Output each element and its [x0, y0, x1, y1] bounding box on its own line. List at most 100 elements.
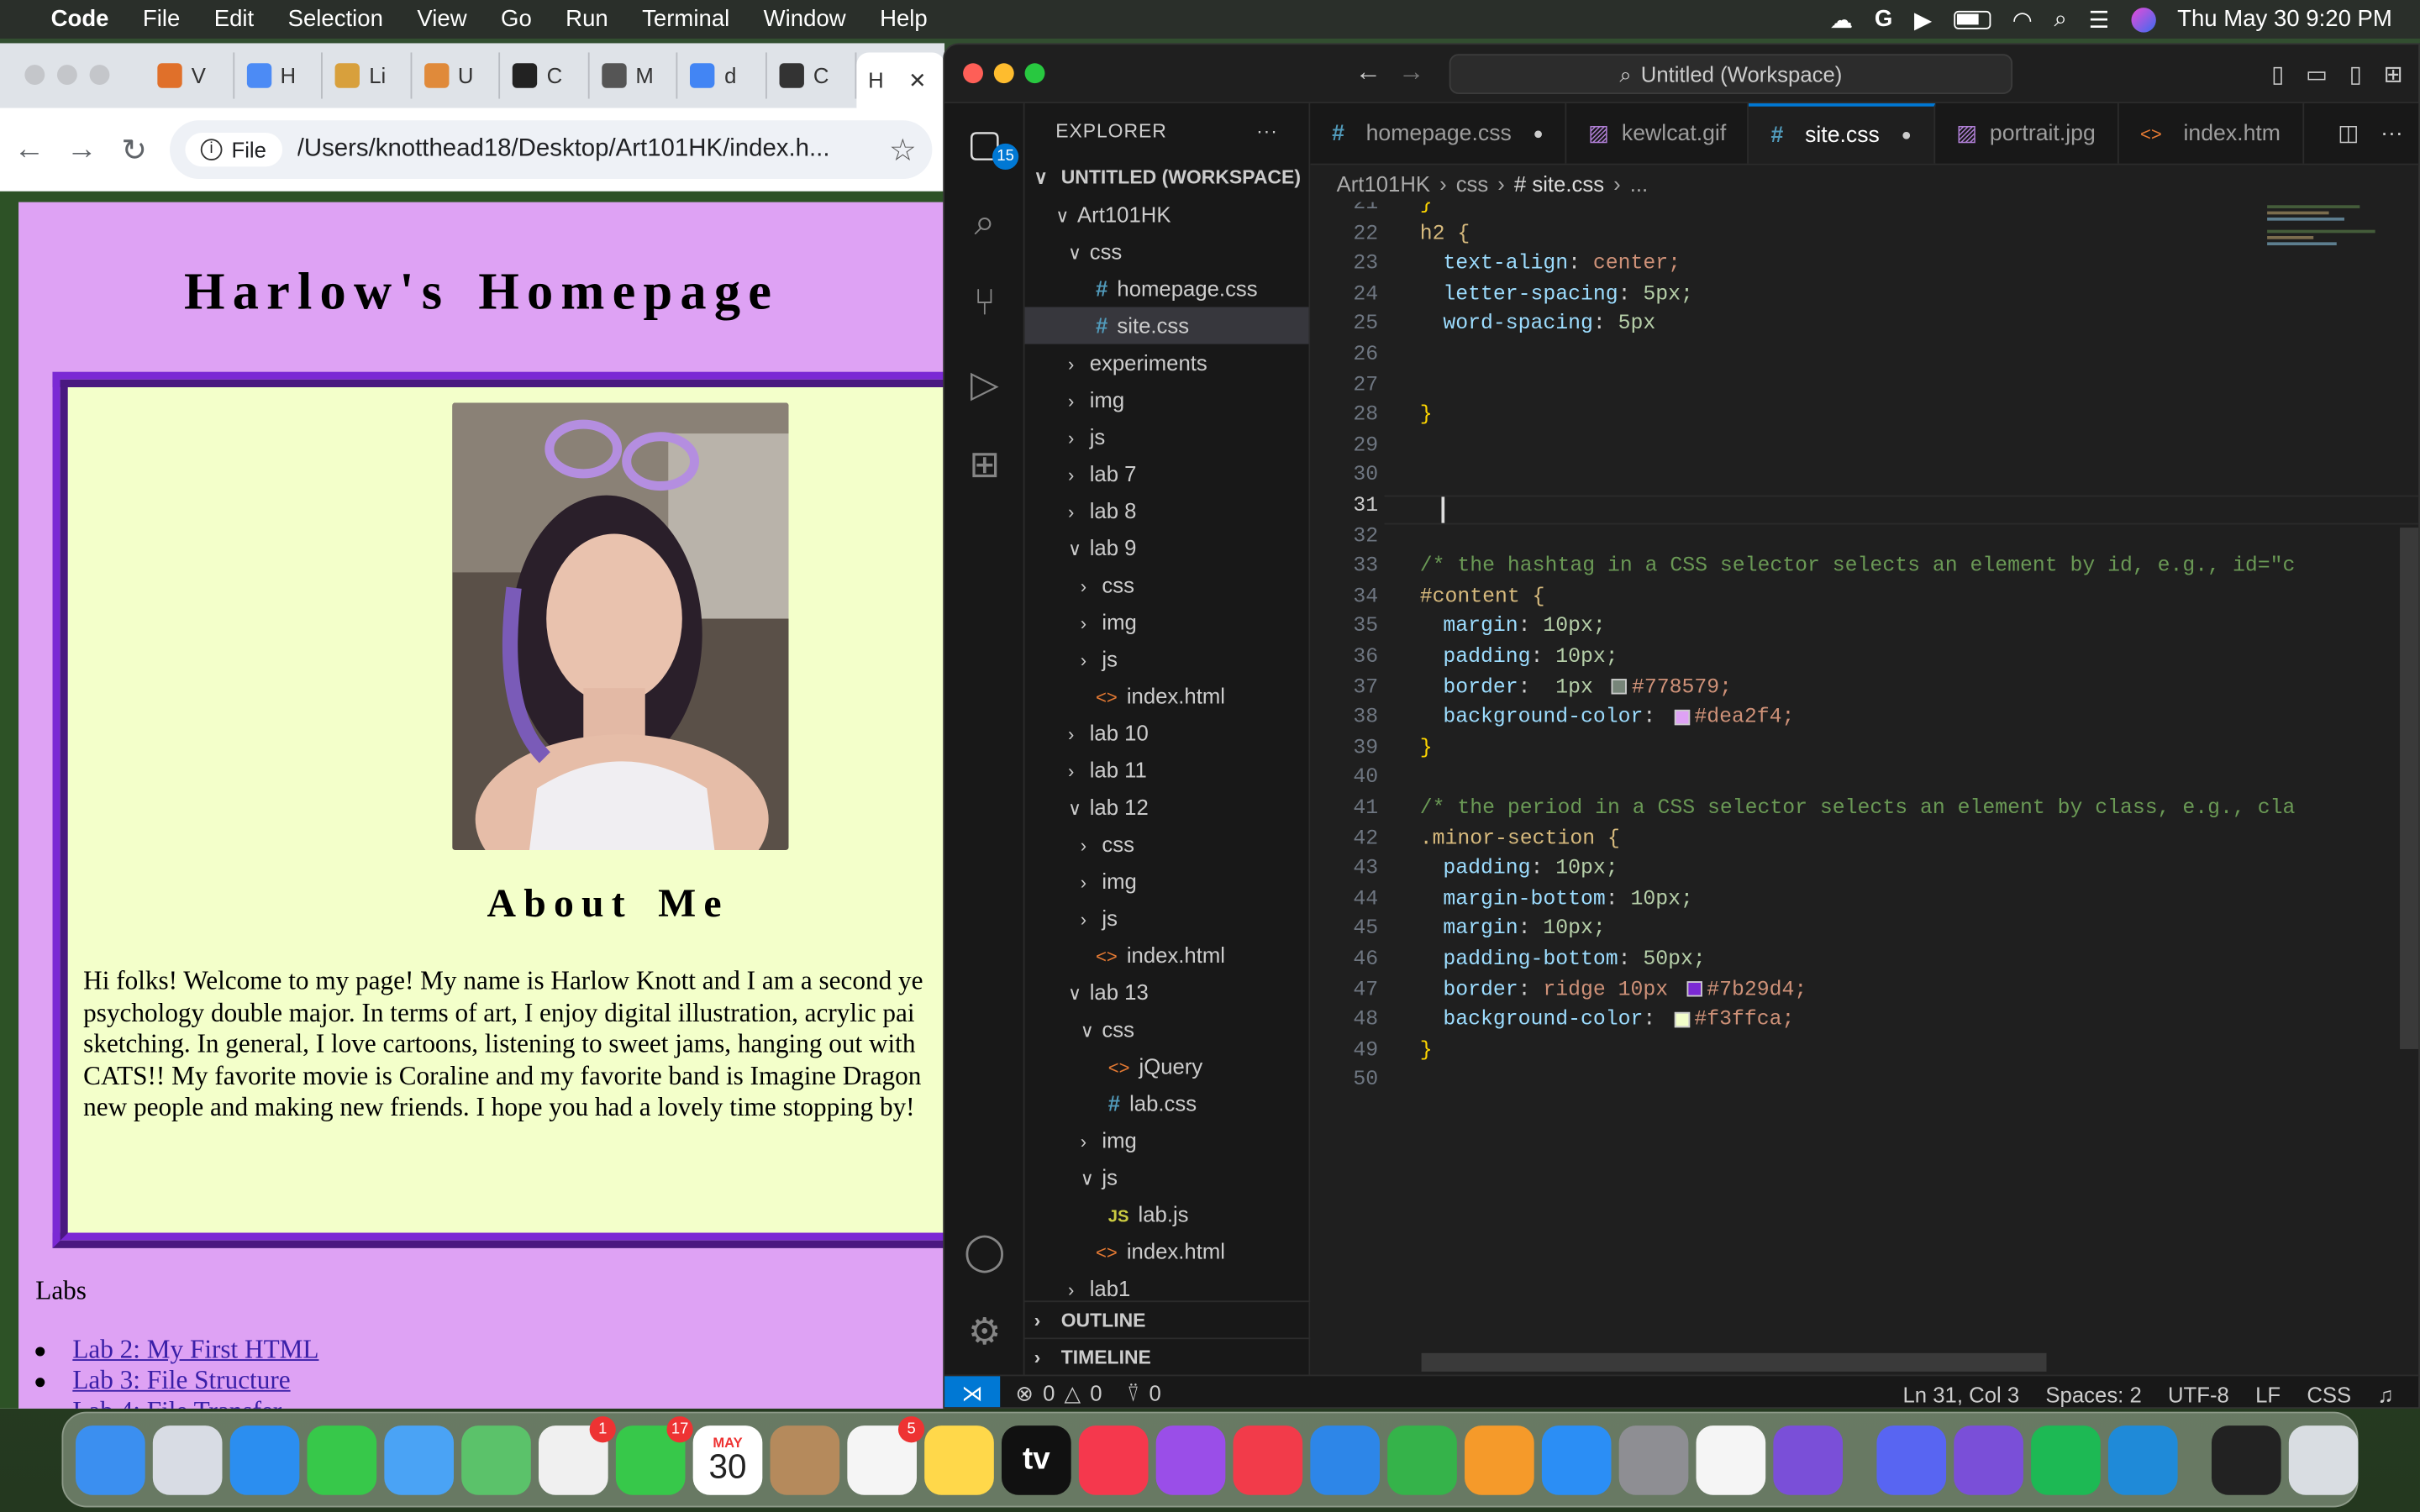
code-line[interactable]: padding: 10px;: [1420, 858, 1618, 882]
browser-tab[interactable]: C: [501, 52, 590, 99]
unsaved-dot-icon[interactable]: ●: [1534, 124, 1544, 143]
accounts-icon[interactable]: ◯: [963, 1230, 1006, 1273]
code-line[interactable]: #content {: [1420, 586, 1545, 610]
minimize-window-button[interactable]: [993, 63, 1014, 84]
close-window-button[interactable]: [963, 63, 983, 84]
browser-tab[interactable]: Li: [323, 52, 412, 99]
tree-folder[interactable]: › img: [1025, 1121, 1309, 1158]
code-line[interactable]: background-color: #dea2f4;: [1420, 707, 1794, 731]
color-swatch[interactable]: [1612, 679, 1628, 695]
menu-app-name[interactable]: Code: [34, 6, 125, 32]
explorer-files-icon[interactable]: ▢ 15: [963, 122, 1019, 171]
color-swatch[interactable]: [1686, 981, 1702, 997]
tree-file[interactable]: <> index.html: [1025, 1233, 1309, 1270]
ports-indicator[interactable]: ⍢ 0: [1127, 1380, 1161, 1406]
code-line[interactable]: letter-spacing: 5px;: [1420, 284, 1693, 307]
dock-app-store-icon[interactable]: [1541, 1425, 1612, 1494]
dock-spotify-icon[interactable]: [2031, 1425, 2101, 1494]
code-line[interactable]: }: [1420, 738, 1433, 761]
dock-safari-icon[interactable]: [229, 1425, 300, 1494]
dock-chrome-icon[interactable]: [1696, 1425, 1766, 1494]
dock-minimized-window-icon[interactable]: [2211, 1425, 2281, 1494]
code-line[interactable]: }: [1420, 1040, 1433, 1063]
lab-link[interactable]: Lab 3: File Structure: [72, 1365, 290, 1394]
tree-folder[interactable]: › experiments: [1025, 344, 1309, 381]
browser-tab-active[interactable]: H ✕: [855, 52, 945, 108]
reload-icon[interactable]: ↻: [118, 130, 151, 169]
problems-indicator[interactable]: ⊗ 0 △ 0: [1016, 1380, 1102, 1406]
dock-pages-icon[interactable]: [1465, 1425, 1534, 1494]
remote-indicator-icon[interactable]: ⋊: [944, 1375, 1001, 1408]
browser-tab[interactable]: H: [234, 52, 324, 99]
tree-folder[interactable]: ∨ css: [1025, 1011, 1309, 1047]
dock-numbers-icon[interactable]: [1387, 1425, 1457, 1494]
lab-link[interactable]: Lab 2: My First HTML: [72, 1335, 318, 1364]
siri-icon[interactable]: [2131, 7, 2156, 32]
menu-edit[interactable]: Edit: [197, 6, 271, 32]
horizontal-scrollbar[interactable]: [1421, 1352, 2047, 1372]
encoding[interactable]: UTF-8: [2168, 1382, 2229, 1406]
code-line[interactable]: border: 1px #778579;: [1420, 677, 1732, 701]
tree-folder[interactable]: › lab 8: [1025, 492, 1309, 529]
menu-file[interactable]: File: [126, 6, 197, 32]
tree-file[interactable]: <> index.html: [1025, 937, 1309, 974]
nav-forward-icon[interactable]: →: [1398, 57, 1424, 88]
code-line[interactable]: padding-bottom: 50px;: [1420, 949, 1705, 973]
language-mode[interactable]: CSS: [2307, 1382, 2351, 1406]
dock-facetime-icon[interactable]: 17: [615, 1415, 693, 1494]
site-info-chip[interactable]: i File: [185, 132, 282, 167]
dock-github-desktop-icon[interactable]: [1773, 1425, 1844, 1494]
tree-folder[interactable]: › img: [1025, 603, 1309, 640]
dock-system-settings-icon[interactable]: [1618, 1425, 1689, 1494]
code-line[interactable]: margin: 10px;: [1420, 617, 1605, 640]
tree-folder[interactable]: ∨ lab 13: [1025, 974, 1309, 1011]
editor-tab[interactable]: ▨ kewlcat.gif: [1566, 103, 1749, 164]
tree-file[interactable]: JS lab.js: [1025, 1195, 1309, 1232]
outline-section[interactable]: › OUTLINE: [1024, 1300, 1311, 1337]
zoom-window-button[interactable]: [1024, 63, 1045, 84]
dock-launchpad-icon[interactable]: [152, 1425, 223, 1494]
dock-news-icon[interactable]: [1233, 1425, 1303, 1494]
editor-tab[interactable]: # site.css ●: [1749, 103, 1935, 164]
dock-calendar-icon[interactable]: MAY 30: [692, 1425, 763, 1494]
unsaved-dot-icon[interactable]: ●: [1902, 126, 1912, 144]
run-debug-icon[interactable]: ▷: [963, 363, 1006, 406]
code-line[interactable]: background-color: #f3ffca;: [1420, 1010, 1794, 1033]
code-line[interactable]: }: [1420, 202, 1433, 217]
tree-folder[interactable]: ∨ Art101HK: [1025, 196, 1309, 233]
grammarly-icon[interactable]: G: [1875, 6, 1892, 32]
dock-notes-icon[interactable]: [924, 1425, 994, 1494]
toggle-primary-sidebar-icon[interactable]: ▯: [2271, 60, 2284, 87]
minimap[interactable]: [2267, 202, 2406, 387]
code-line[interactable]: margin: 10px;: [1420, 919, 1605, 942]
tree-folder[interactable]: › js: [1025, 900, 1309, 937]
dock-music-icon[interactable]: [1078, 1425, 1149, 1494]
tree-folder[interactable]: › js: [1025, 418, 1309, 455]
browser-tab[interactable]: U: [412, 52, 501, 99]
code-line[interactable]: h2 {: [1420, 223, 1470, 247]
dock-podcasts-icon[interactable]: [1155, 1425, 1226, 1494]
browser-tab[interactable]: M: [589, 52, 679, 99]
dock-discord-icon[interactable]: [1876, 1425, 1947, 1494]
back-arrow-icon[interactable]: ←: [13, 132, 46, 167]
lab-link[interactable]: Lab 4: File Transfer: [72, 1396, 281, 1409]
dock-photos-icon[interactable]: 1: [539, 1415, 616, 1494]
code-line[interactable]: .minor-section {: [1420, 828, 1620, 852]
source-control-icon[interactable]: ⑂: [963, 282, 1006, 325]
dock-finder-icon[interactable]: [75, 1425, 145, 1494]
editor-tab[interactable]: <> index.htm: [2118, 103, 2304, 164]
tree-folder[interactable]: › lab 7: [1025, 455, 1309, 492]
command-center[interactable]: ⌕ Untitled (Workspace): [1449, 54, 2013, 95]
bookmark-star-icon[interactable]: ☆: [889, 130, 917, 169]
tree-folder[interactable]: ∨ lab 9: [1025, 529, 1309, 566]
menu-go[interactable]: Go: [484, 6, 549, 32]
dock-maps-icon[interactable]: [461, 1425, 531, 1494]
tree-file[interactable]: # homepage.css: [1025, 270, 1309, 307]
menu-selection[interactable]: Selection: [271, 6, 400, 32]
code-line[interactable]: [1384, 495, 2419, 525]
dock-github-desktop-2-icon[interactable]: [1954, 1425, 2023, 1494]
toggle-secondary-sidebar-icon[interactable]: ▯: [2349, 60, 2362, 87]
tree-folder[interactable]: ∨ js: [1025, 1158, 1309, 1195]
address-bar[interactable]: i File /Users/knotthead18/Desktop/Art101…: [170, 120, 933, 180]
play-icon[interactable]: ▶: [1914, 5, 1932, 33]
